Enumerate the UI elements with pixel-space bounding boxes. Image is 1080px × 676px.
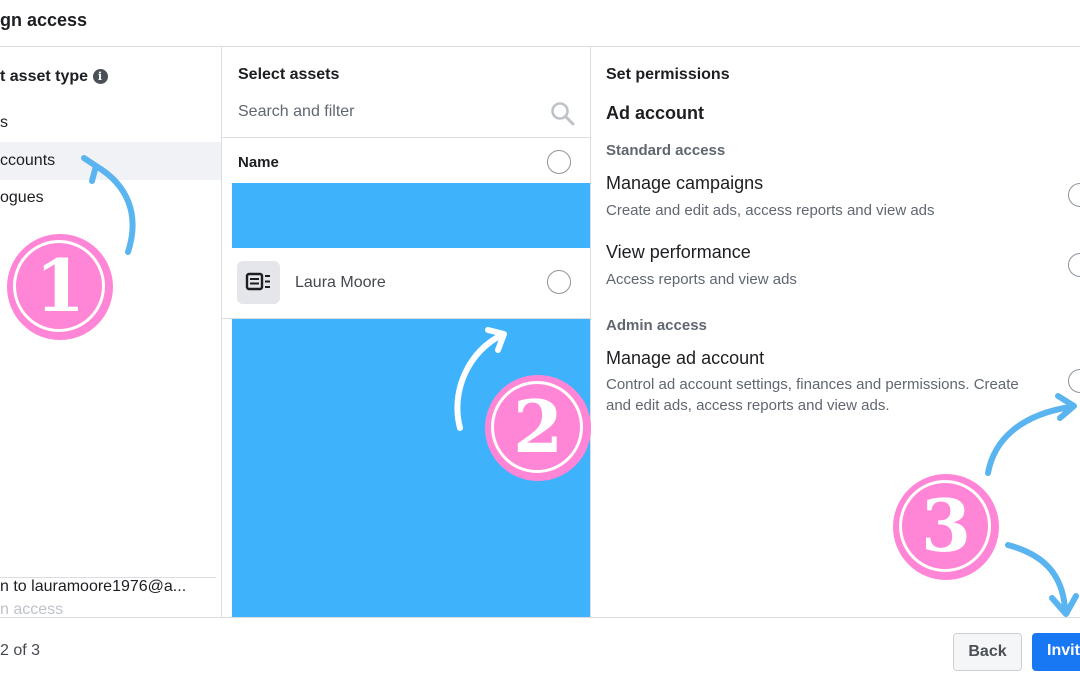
step-badge-number: 1 (34, 243, 86, 328)
step-badge-3: 3 (893, 474, 999, 580)
step-badge-1: 1 (7, 234, 113, 340)
step-badge-number: 3 (920, 483, 972, 568)
arrow-1-head-icon (81, 155, 99, 184)
step-badge-2: 2 (485, 375, 591, 481)
step-badge-number: 2 (512, 384, 564, 469)
